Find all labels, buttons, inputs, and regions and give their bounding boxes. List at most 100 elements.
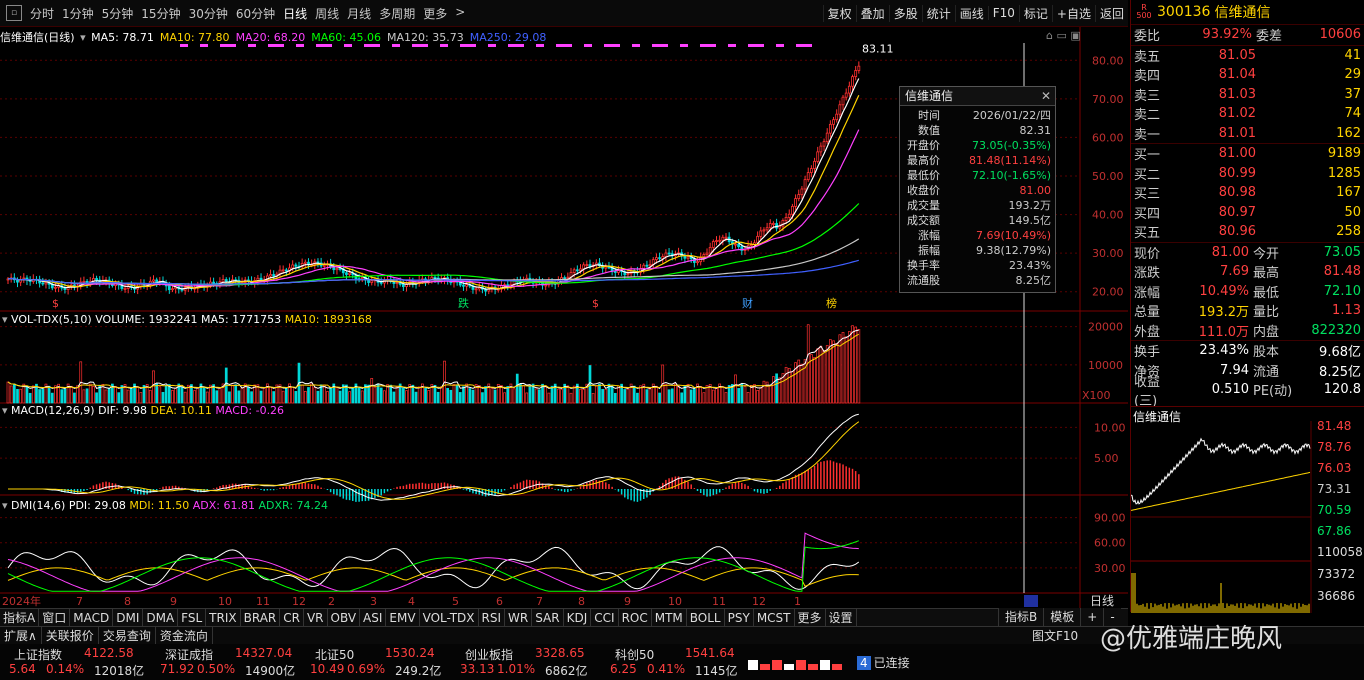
order-price: 80.96 xyxy=(1218,224,1256,240)
dropdown-icon[interactable]: ▾ xyxy=(80,31,86,44)
extension-tab[interactable]: 扩展∧ xyxy=(0,627,42,645)
order-book-row[interactable]: 卖三 81.03 37 xyxy=(1131,85,1364,105)
indicator-tab[interactable]: BOLL xyxy=(687,609,725,627)
indicator-b-tab[interactable]: 模板 xyxy=(1043,608,1080,626)
toolbar-button[interactable]: F10 xyxy=(987,6,1019,20)
menu-square-icon[interactable]: ▫ xyxy=(6,5,22,21)
indicator-tab[interactable]: MCST xyxy=(754,609,795,627)
extension-tab[interactable]: 交易查询 xyxy=(99,627,156,645)
order-book-row[interactable]: 卖四 81.04 29 xyxy=(1131,65,1364,85)
zoom-icons[interactable]: ⌂ ▭ ▣ xyxy=(1046,29,1081,42)
indicator-tab[interactable]: PSY xyxy=(725,609,754,627)
timeframe-tab[interactable]: 5分钟 xyxy=(98,5,138,22)
tooltip-row: 开盘价 73.05(-0.35%) xyxy=(900,138,1055,153)
timeframe-tab[interactable]: 1分钟 xyxy=(58,5,98,22)
index-name[interactable]: 上证指数 xyxy=(14,646,62,663)
stat-label: 涨幅 xyxy=(1134,285,1161,301)
scroll-marker[interactable] xyxy=(1024,595,1038,607)
indicator-tab[interactable]: CCI xyxy=(591,609,619,627)
close-icon[interactable]: ✕ xyxy=(1041,87,1051,105)
x-axis-label: 12 xyxy=(292,595,306,608)
f10-tab[interactable]: 图文F10 xyxy=(1032,627,1078,644)
indicator-tab[interactable]: TRIX xyxy=(206,609,241,627)
ma-label: MA60: 45.06 xyxy=(311,31,381,44)
indicator-tab[interactable]: VOL-TDX xyxy=(420,609,479,627)
tooltip-key: 收盘价 xyxy=(907,184,940,197)
timeframe-tab[interactable]: 更多 xyxy=(419,5,451,22)
order-book-row[interactable]: 买三 80.98 167 xyxy=(1131,183,1364,203)
order-book-row[interactable]: 卖一 81.01 162 xyxy=(1131,124,1364,144)
timeframe-tab[interactable]: 30分钟 xyxy=(185,5,232,22)
ma-label: MA250: 29.08 xyxy=(469,31,547,44)
dropdown-icon[interactable]: ▾ xyxy=(2,499,8,512)
indicator-tab[interactable]: MACD xyxy=(70,609,114,627)
order-book-row[interactable]: 买五 80.96 258 xyxy=(1131,222,1364,242)
toolbar-button[interactable]: 统计 xyxy=(921,4,955,22)
extension-tab[interactable]: 关联报价 xyxy=(42,627,99,645)
indicator-tab[interactable]: ASI xyxy=(360,609,387,627)
order-book-row[interactable]: 卖二 81.02 74 xyxy=(1131,104,1364,124)
indicator-tab[interactable]: 更多 xyxy=(795,609,826,627)
event-marker[interactable]: 跌 xyxy=(458,296,469,310)
toolbar-button[interactable]: 画线 xyxy=(954,4,988,22)
timeframe-tab[interactable]: 日线 xyxy=(279,5,311,22)
indicator-tab[interactable]: 窗口 xyxy=(39,609,71,627)
quote-stat-row: 换手 23.43% 股本 9.68亿 xyxy=(1131,340,1364,361)
indicator-tab[interactable]: 设置 xyxy=(826,609,857,627)
event-marker[interactable]: 榜 xyxy=(826,296,837,310)
indicator-tab[interactable]: KDJ xyxy=(564,609,592,627)
dropdown-icon[interactable]: ▾ xyxy=(2,404,8,417)
toolbar-button[interactable]: 多股 xyxy=(888,4,922,22)
extension-tab[interactable]: 资金流向 xyxy=(156,627,213,645)
indicator-tab[interactable]: FSL xyxy=(178,609,207,627)
tooltip-row: 振幅 9.38(12.79%) xyxy=(900,243,1055,258)
dropdown-icon[interactable]: ▾ xyxy=(2,313,8,326)
toolbar-button[interactable]: 标记 xyxy=(1018,4,1052,22)
quote-stats: 现价 81.00 今开 73.05 涨跌 7.69 最高 81.48 涨幅 10.49% 最低 72.… xyxy=(1131,243,1364,409)
indicator-tab[interactable]: EMV xyxy=(386,609,420,627)
chevron-right-icon[interactable]: > xyxy=(451,5,469,22)
indicator-tab[interactable]: RSI xyxy=(479,609,506,627)
toolbar-button[interactable]: +自选 xyxy=(1051,4,1095,22)
weicha-label: 委差 xyxy=(1256,29,1283,45)
order-book-row[interactable]: 卖五 81.05 41 xyxy=(1131,46,1364,66)
x-axis-label: 9 xyxy=(624,595,631,608)
order-book-row[interactable]: 买二 80.99 1285 xyxy=(1131,164,1364,184)
price-axis-tick: 80.00 xyxy=(1092,54,1124,67)
order-book-row[interactable]: 买一 81.00 9189 xyxy=(1131,144,1364,164)
event-marker[interactable]: $ xyxy=(592,297,599,310)
timeframe-tab[interactable]: 多周期 xyxy=(375,5,419,22)
indicator-tab[interactable]: SAR xyxy=(532,609,564,627)
mini-intraday-chart[interactable]: 信维通信 81.48 78.76 76.03 73.31 70.59 67.86 11005… xyxy=(1131,406,1364,613)
indicator-b-tab[interactable]: 指标B xyxy=(998,608,1043,626)
indicator-tab[interactable]: WR xyxy=(505,609,533,627)
toolbar-button[interactable]: 返回 xyxy=(1094,4,1128,22)
index-name[interactable]: 科创50 xyxy=(615,646,654,663)
indicator-tab[interactable]: 指标A xyxy=(0,609,40,627)
event-marker[interactable]: 财 xyxy=(742,296,753,310)
indicator-tab[interactable]: CR xyxy=(280,609,304,627)
toolbar-button[interactable]: 复权 xyxy=(822,4,856,22)
index-change: 5.64 xyxy=(9,662,36,676)
timeframe-tab[interactable]: 分时 xyxy=(26,5,58,22)
indicator-tab[interactable]: DMA xyxy=(143,609,179,627)
timeframe-tab[interactable]: 15分钟 xyxy=(137,5,184,22)
index-name[interactable]: 北证50 xyxy=(315,646,354,663)
indicator-tab[interactable]: BRAR xyxy=(241,609,281,627)
timeframe-tab[interactable]: 月线 xyxy=(343,5,375,22)
indicator-tab[interactable]: MTM xyxy=(652,609,687,627)
toolbar-button[interactable]: 叠加 xyxy=(855,4,889,22)
order-price: 81.05 xyxy=(1218,47,1256,63)
order-book-row[interactable]: 买四 80.97 50 xyxy=(1131,203,1364,223)
indicator-tab[interactable]: OBV xyxy=(328,609,361,627)
timeframe-tab[interactable]: 60分钟 xyxy=(232,5,279,22)
tooltip-row: 换手率 23.43% xyxy=(900,258,1055,273)
event-marker[interactable]: $ xyxy=(52,297,59,310)
index-name[interactable]: 深证成指 xyxy=(165,646,213,663)
indicator-tab[interactable]: DMI xyxy=(113,609,144,627)
indicator-tab[interactable]: VR xyxy=(304,609,328,627)
index-name[interactable]: 创业板指 xyxy=(465,646,513,663)
order-price: 81.04 xyxy=(1218,67,1256,83)
timeframe-tab[interactable]: 周线 xyxy=(311,5,343,22)
indicator-tab[interactable]: ROC xyxy=(619,609,652,627)
